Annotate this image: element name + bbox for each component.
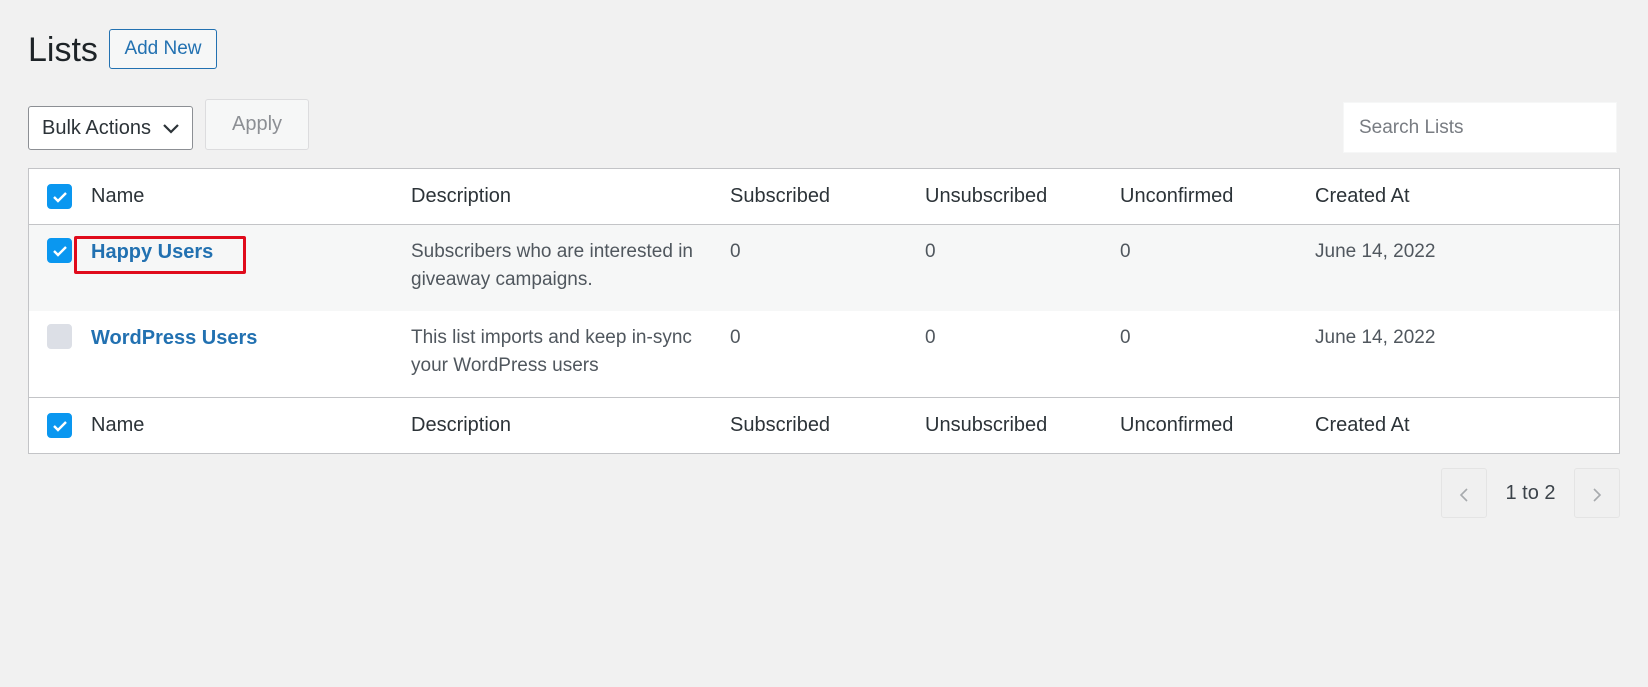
next-page-button[interactable] (1574, 468, 1620, 518)
unsubscribed-count: 0 (925, 327, 936, 348)
list-name-cell: WordPress Users (91, 324, 257, 353)
subscribed-count: 0 (730, 241, 741, 262)
column-footer-unsubscribed: Unsubscribed (925, 414, 1048, 436)
table-row: WordPress Users This list imports and ke… (29, 311, 1619, 398)
list-name-link[interactable]: Happy Users (91, 241, 213, 263)
subscribed-count: 0 (730, 327, 741, 348)
chevron-down-icon (163, 124, 179, 134)
bulk-actions-select[interactable]: Bulk Actions (28, 106, 193, 150)
add-new-button[interactable]: Add New (109, 29, 217, 69)
bulk-actions-selected-value: Bulk Actions (42, 116, 151, 139)
list-description: Subscribers who are interested in giveaw… (411, 241, 693, 290)
column-footer-name[interactable]: Name (91, 411, 144, 439)
list-name-link[interactable]: WordPress Users (91, 327, 257, 349)
created-at: June 14, 2022 (1315, 327, 1436, 348)
created-at: June 14, 2022 (1315, 241, 1436, 262)
apply-button[interactable]: Apply (205, 99, 309, 150)
column-header-subscribed: Subscribed (730, 185, 831, 207)
table-footer-row: Name Description Subscribed Unsubscribed… (29, 398, 1619, 453)
column-header-description: Description (411, 185, 512, 207)
page-title: Lists (28, 31, 98, 69)
lists-table: Name Description Subscribed Unsubscribed… (28, 168, 1620, 454)
list-name-cell: Happy Users (91, 238, 213, 267)
unsubscribed-count: 0 (925, 241, 936, 262)
column-header-unsubscribed: Unsubscribed (925, 185, 1048, 207)
unconfirmed-count: 0 (1120, 241, 1131, 262)
column-footer-unconfirmed: Unconfirmed (1120, 414, 1234, 436)
list-description: This list imports and keep in-sync your … (411, 327, 692, 376)
checkmark-icon (53, 421, 67, 432)
previous-page-button[interactable] (1441, 468, 1487, 518)
select-all-checkbox[interactable] (47, 184, 72, 209)
column-header-created-at[interactable]: Created At (1315, 182, 1410, 210)
checkmark-icon (53, 246, 67, 257)
unconfirmed-count: 0 (1120, 327, 1131, 348)
column-header-name[interactable]: Name (91, 182, 144, 210)
chevron-right-icon (1593, 488, 1602, 502)
select-all-checkbox-footer[interactable] (47, 413, 72, 438)
chevron-left-icon (1459, 488, 1468, 502)
column-footer-description: Description (411, 414, 512, 436)
pagination-label: 1 to 2 (1505, 482, 1556, 504)
column-footer-subscribed: Subscribed (730, 414, 831, 436)
table-row: Happy Users Subscribers who are interest… (29, 225, 1619, 311)
column-footer-created-at[interactable]: Created At (1315, 411, 1410, 439)
row-checkbox[interactable] (47, 238, 72, 263)
table-header-row: Name Description Subscribed Unsubscribed… (29, 169, 1619, 225)
row-checkbox[interactable] (47, 324, 72, 349)
column-header-unconfirmed: Unconfirmed (1120, 185, 1234, 207)
pagination: 1 to 2 (1441, 468, 1620, 518)
checkmark-icon (53, 192, 67, 203)
search-input[interactable] (1343, 102, 1617, 153)
